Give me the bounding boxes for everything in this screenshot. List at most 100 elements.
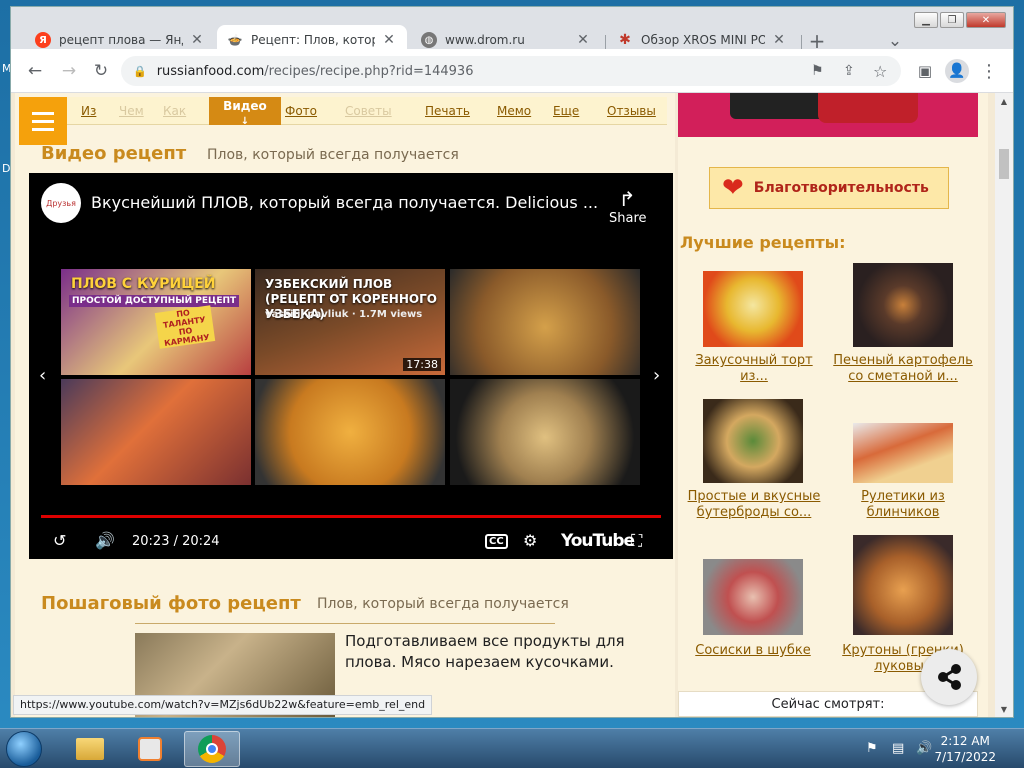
- youtube-embed[interactable]: Друзья Вкуснейший ПЛОВ, который всегда п…: [29, 173, 673, 559]
- link-status-bar: https://www.youtube.com/watch?v=MZjs6dUb…: [13, 695, 433, 715]
- recipe-link[interactable]: Простые и вкусные бутерброды со...: [684, 489, 824, 521]
- settings-gear-icon[interactable]: ⚙: [523, 531, 537, 550]
- step-section-heading: Пошаговый фото рецепт: [41, 593, 301, 614]
- address-bar[interactable]: 🔒 russianfood.com/recipes/recipe.php?rid…: [121, 56, 901, 86]
- subnav-item[interactable]: Советы: [345, 104, 392, 118]
- volume-tray-icon[interactable]: 🔊: [916, 741, 932, 756]
- url-host: russianfood.com: [156, 63, 265, 79]
- explorer-taskbar-icon[interactable]: [62, 731, 118, 767]
- globe-icon: ◍: [421, 32, 437, 48]
- recipe-thumb[interactable]: [853, 423, 953, 483]
- recipe-link[interactable]: Рулетики из блинчиков: [853, 489, 953, 521]
- tab-title: Обзор XROS MINI POD: [641, 33, 765, 47]
- best-recipes-heading: Лучшие рецепты:: [680, 233, 846, 252]
- charity-button[interactable]: ❤ Благотворительность: [709, 167, 949, 209]
- thumb-badge: ПО ТАЛАНТУ ПО КАРМАНУ: [154, 305, 216, 349]
- video-progress-bar[interactable]: [41, 515, 661, 518]
- close-tab-icon[interactable]: ✕: [189, 32, 205, 48]
- side-panel-icon[interactable]: ▣: [913, 59, 937, 83]
- video-title[interactable]: Вкуснейший ПЛОВ, который всегда получает…: [91, 193, 598, 212]
- subnav-item[interactable]: Мемо: [497, 104, 531, 118]
- volume-icon[interactable]: 🔊: [95, 531, 115, 550]
- subnav-item[interactable]: Печать: [425, 104, 470, 118]
- close-tab-icon[interactable]: ✕: [771, 32, 787, 48]
- profile-icon[interactable]: 👤: [945, 59, 969, 83]
- close-tab-icon[interactable]: ✕: [575, 32, 591, 48]
- xros-favicon-icon: ✱: [619, 32, 631, 48]
- fullscreen-icon[interactable]: ⛶: [631, 531, 642, 551]
- subnav-item[interactable]: Как: [163, 104, 186, 118]
- youtube-logo[interactable]: YouTube: [561, 531, 635, 551]
- recipe-thumb[interactable]: [703, 271, 803, 347]
- back-button[interactable]: ←: [23, 59, 47, 83]
- page-viewport: Из Чем Как Видео ↓ Фото Советы Печать Мем…: [11, 93, 1013, 717]
- subnav-item[interactable]: Из: [81, 104, 96, 118]
- recipe-thumb[interactable]: [853, 263, 953, 347]
- page-scrollbar[interactable]: ▲ ▼: [995, 93, 1013, 717]
- thumb-meta: vassilij pavliuk · 1.7M views: [265, 309, 423, 320]
- network-icon[interactable]: ▤: [892, 741, 904, 756]
- share-fab-button[interactable]: [921, 649, 977, 705]
- chrome-taskbar-icon[interactable]: [184, 731, 240, 767]
- charity-label: Благотворительность: [753, 180, 929, 196]
- subnav-item[interactable]: Фото: [285, 104, 317, 118]
- replay-icon[interactable]: ↺: [53, 531, 66, 550]
- related-video-thumb[interactable]: ПЛОВ С КУРИЦЕЙ ПРОСТОЙ ДОСТУПНЫЙ РЕЦЕПТ …: [61, 269, 251, 375]
- subnav-item[interactable]: Чем: [119, 104, 144, 118]
- channel-avatar[interactable]: Друзья: [41, 183, 81, 223]
- clock-date: 7/17/2022: [934, 750, 996, 764]
- share-label: Share: [609, 211, 647, 226]
- tab-title: рецепт плова — Яндекс: [59, 33, 183, 47]
- taskbar-clock[interactable]: 2:12 AM 7/17/2022: [934, 733, 996, 765]
- ad-banner[interactable]: [678, 93, 978, 137]
- video-section-heading: Видео рецепт: [41, 143, 187, 164]
- subnav-item[interactable]: Отзывы: [607, 104, 656, 118]
- browser-window: ▁ ❐ ✕ Я рецепт плова — Яндекс ✕ 🍲 Рецепт…: [10, 6, 1014, 718]
- recipe-thumb[interactable]: [853, 535, 953, 635]
- recipe-thumb[interactable]: [703, 559, 803, 635]
- recipe-thumb[interactable]: [703, 399, 803, 483]
- scroll-up-icon[interactable]: ▲: [995, 93, 1013, 109]
- recipe-link[interactable]: Закусочный торт из...: [694, 353, 814, 385]
- subnav-item[interactable]: Еще: [553, 104, 579, 118]
- reload-button[interactable]: ↻: [89, 59, 113, 83]
- related-video-thumb[interactable]: [450, 269, 640, 375]
- share-arrow-icon: ↱: [618, 187, 636, 211]
- share-nodes-icon: [938, 664, 961, 690]
- recipe-link[interactable]: Печеный картофель со сметаной и...: [828, 353, 978, 385]
- related-video-thumb[interactable]: УЗБЕКСКИЙ ПЛОВ (РЕЦЕПТ ОТ КОРЕННОГО УЗБЕ…: [255, 269, 445, 375]
- related-video-thumb[interactable]: [61, 379, 251, 485]
- clock-time: 2:12 AM: [940, 734, 990, 748]
- scrollbar-thumb[interactable]: [999, 149, 1009, 179]
- recipe-link[interactable]: Сосиски в шубке: [688, 643, 818, 659]
- subnav-item-video-active[interactable]: Видео ↓: [209, 97, 281, 127]
- video-time: 20:23 / 20:24: [132, 534, 220, 549]
- taskbar: ⚑ ▤ 🔊 2:12 AM 7/17/2022: [0, 728, 1024, 768]
- forward-button[interactable]: →: [57, 59, 81, 83]
- hamburger-menu-icon[interactable]: [19, 97, 67, 145]
- translate-icon[interactable]: ⚑: [811, 63, 824, 79]
- tab-title: www.drom.ru: [445, 33, 525, 47]
- thumb-caption: ПЛОВ С КУРИЦЕЙ: [71, 276, 216, 292]
- lock-icon[interactable]: 🔒: [133, 65, 147, 78]
- media-player-taskbar-icon[interactable]: [122, 731, 178, 767]
- sidebar: ❤ Благотворительность Лучшие рецепты: За…: [678, 93, 988, 717]
- start-button[interactable]: [6, 731, 42, 767]
- step-text: Подготавливаем все продукты для плова. М…: [345, 632, 625, 671]
- scroll-down-icon[interactable]: ▼: [995, 701, 1013, 717]
- webpage: Из Чем Как Видео ↓ Фото Советы Печать Мем…: [11, 93, 995, 717]
- video-share-button[interactable]: ↱ Share: [609, 187, 647, 226]
- captions-icon[interactable]: CC: [485, 534, 508, 549]
- prev-related-arrow-icon[interactable]: ‹: [39, 365, 46, 386]
- action-center-flag-icon[interactable]: ⚑: [866, 741, 878, 756]
- close-tab-icon[interactable]: ✕: [381, 32, 397, 48]
- next-related-arrow-icon[interactable]: ›: [653, 365, 660, 386]
- tab-title: Рецепт: Плов, который: [251, 33, 375, 47]
- related-video-thumb[interactable]: [255, 379, 445, 485]
- related-video-thumb[interactable]: [450, 379, 640, 485]
- recipe-subnav: Из Чем Как Видео ↓ Фото Советы Печать Мем…: [67, 97, 667, 127]
- bookmark-star-icon[interactable]: ☆: [873, 62, 887, 81]
- share-page-icon[interactable]: ⇪: [843, 63, 855, 79]
- step-section-subtitle: Плов, который всегда получается: [317, 596, 569, 612]
- menu-kebab-icon[interactable]: ⋮: [977, 59, 1001, 83]
